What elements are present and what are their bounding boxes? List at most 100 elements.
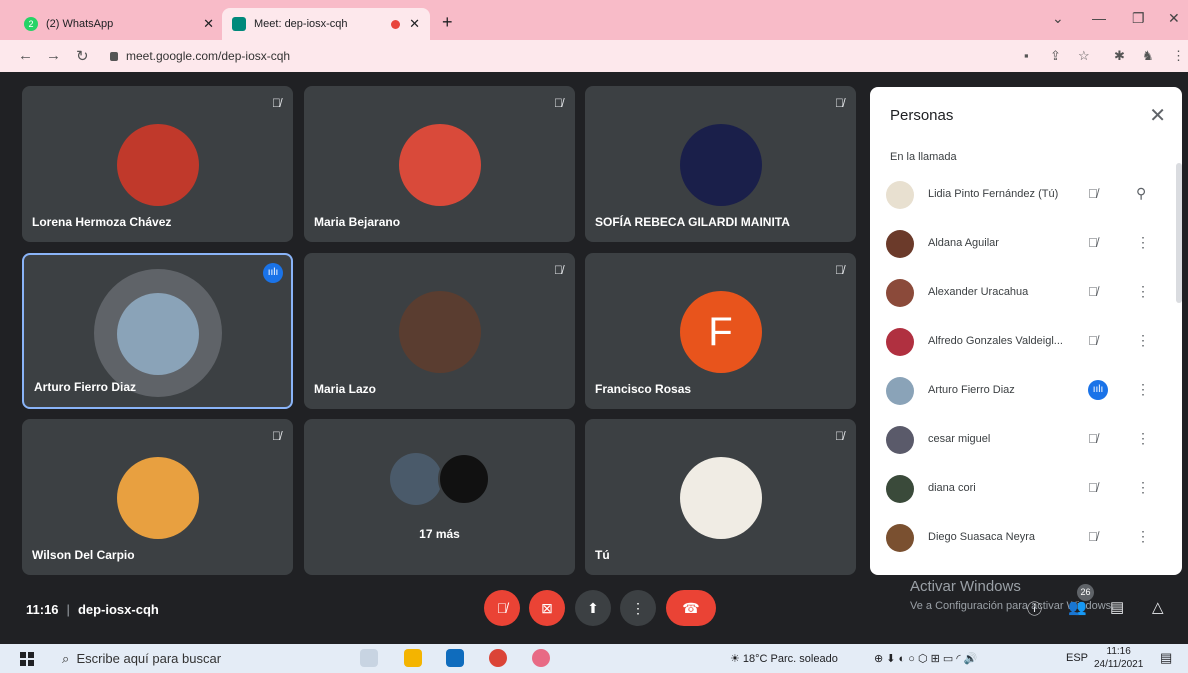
avatar-letter: F <box>679 291 762 373</box>
avatar <box>886 181 914 209</box>
weather-widget[interactable]: ☀ 18°C Parc. soleado <box>730 652 838 665</box>
minimize-button[interactable]: — <box>1092 10 1106 26</box>
list-item[interactable]: Diego Suasaca Neyra 🎙̸ ⋮ <box>870 513 1182 562</box>
participant-name: Francisco Rosas <box>595 382 692 396</box>
avatar <box>679 124 762 206</box>
present-button[interactable]: ⬆ <box>575 590 611 626</box>
camera-icon[interactable]: ▪ <box>1024 48 1029 63</box>
self-tile[interactable]: 🎙̸ Tú <box>585 419 856 575</box>
weather-text: 18°C Parc. soleado <box>742 653 838 665</box>
participant-tile[interactable]: 🎙̸ SOFÍA REBECA GILARDI MAINITA <box>585 86 856 242</box>
more-vert-icon[interactable]: ⋮ <box>1136 528 1150 545</box>
file-explorer-icon[interactable] <box>404 649 422 667</box>
mic-off-icon: 🎙̸ <box>1088 529 1098 544</box>
star-icon[interactable]: ☆ <box>1078 48 1090 64</box>
participant-tile[interactable]: 🎙̸ Lorena Hermoza Chávez <box>22 86 293 242</box>
activate-windows-title: Activar Windows <box>910 578 1021 595</box>
more-vert-icon[interactable]: ⋮ <box>1136 332 1150 349</box>
avatar <box>390 453 442 505</box>
url-field[interactable]: meet.google.com/dep-iosx-cqh <box>110 49 290 63</box>
close-icon[interactable]: ✕ <box>203 16 214 32</box>
task-view-icon[interactable] <box>360 649 378 667</box>
taskbar: ⌕ Escribe aquí para buscar ☀ 18°C Parc. … <box>0 644 1188 673</box>
restore-button[interactable]: ❐ <box>1132 10 1145 27</box>
person-name: Aldana Aguilar <box>928 237 999 249</box>
pin-icon[interactable]: ⚲ <box>1136 185 1146 202</box>
camera-toggle-button[interactable]: ⊠ <box>529 590 565 626</box>
list-item[interactable]: cesar miguel 🎙̸ ⋮ <box>870 415 1182 464</box>
chrome-profile-icon[interactable] <box>532 649 550 667</box>
person-name: Lidia Pinto Fernández (Tú) <box>928 188 1059 200</box>
more-vert-icon[interactable]: ⋮ <box>1136 479 1150 496</box>
mail-icon[interactable] <box>446 649 464 667</box>
mic-off-icon: 🎙̸ <box>272 96 281 110</box>
people-panel: Personas ✕ En la llamada Lidia Pinto Fer… <box>870 87 1182 575</box>
participant-tile[interactable]: 🎙̸ Maria Bejarano <box>304 86 575 242</box>
mic-off-icon: 🎙̸ <box>1088 235 1098 250</box>
extensions-icon[interactable]: ✱ <box>1114 48 1125 64</box>
clock-time: 11:16 <box>1106 646 1131 657</box>
more-vert-icon[interactable]: ⋮ <box>1136 430 1150 447</box>
close-icon[interactable]: ✕ <box>1149 103 1166 128</box>
avatar <box>116 293 199 375</box>
mic-toggle-button[interactable]: 🎙̸ <box>484 590 520 626</box>
forward-button[interactable]: → <box>46 47 61 64</box>
list-item[interactable]: Alexander Uracahua 🎙̸ ⋮ <box>870 268 1182 317</box>
taskbar-clock[interactable]: 11:16 24/11/2021 <box>1094 645 1143 671</box>
list-item[interactable]: Alfredo Gonzales Valdeigl... 🎙̸ ⋮ <box>870 317 1182 366</box>
url-text: meet.google.com/dep-iosx-cqh <box>126 49 291 63</box>
participant-tile-active[interactable]: ıılı Arturo Fierro Diaz <box>22 253 293 409</box>
more-vert-icon[interactable]: ⋮ <box>1136 283 1150 300</box>
profile-avatar[interactable]: ♞ <box>1142 48 1154 64</box>
reload-button[interactable]: ↻ <box>76 47 89 65</box>
more-options-button[interactable]: ⋮ <box>620 590 656 626</box>
menu-icon[interactable]: ⋮ <box>1172 48 1185 64</box>
back-button[interactable]: ← <box>18 47 33 64</box>
info-icon[interactable]: ⓘ <box>1027 598 1042 619</box>
participant-tile[interactable]: 🎙̸ Wilson Del Carpio <box>22 419 293 575</box>
close-window-button[interactable]: ✕ <box>1168 10 1180 27</box>
avatar <box>886 230 914 258</box>
new-tab-button[interactable]: + <box>442 12 453 33</box>
more-participants-tile[interactable]: 17 más <box>304 419 575 575</box>
mic-off-icon: 🎙̸ <box>835 263 844 277</box>
more-vert-icon[interactable]: ⋮ <box>1136 381 1150 398</box>
avatar <box>886 426 914 454</box>
mic-off-icon: 🎙̸ <box>1088 284 1098 299</box>
tab-meet[interactable]: Meet: dep-iosx-cqh ✕ <box>222 8 430 40</box>
chrome-icon[interactable] <box>489 649 507 667</box>
list-item[interactable]: Lidia Pinto Fernández (Tú) 🎙̸ ⚲ <box>870 170 1182 219</box>
avatar <box>886 328 914 356</box>
taskbar-search[interactable]: ⌕ Escribe aquí para buscar <box>62 651 221 667</box>
participant-tile[interactable]: 🎙̸ F Francisco Rosas <box>585 253 856 409</box>
mic-off-icon: 🎙̸ <box>835 96 844 110</box>
avatar <box>116 457 199 539</box>
system-tray-icons[interactable]: ⊕ ⬇ ◐ ○ ⬡ ⊞ ▭ ◜ 🔊 <box>874 652 977 665</box>
person-name: cesar miguel <box>928 433 991 445</box>
scrollbar[interactable] <box>1176 163 1182 303</box>
close-icon[interactable]: ✕ <box>409 16 420 32</box>
mic-off-icon: 🎙̸ <box>554 263 563 277</box>
participant-name: Tú <box>595 548 610 562</box>
share-icon[interactable]: ⇪ <box>1050 48 1061 64</box>
tab-whatsapp[interactable]: 2 (2) WhatsApp ✕ <box>14 8 224 40</box>
list-item[interactable]: diana cori 🎙̸ ⋮ <box>870 464 1182 513</box>
chat-icon[interactable]: ▤ <box>1110 598 1124 616</box>
activities-icon[interactable]: △ <box>1152 598 1164 616</box>
leave-call-button[interactable]: ☎ <box>666 590 716 626</box>
participant-name: SOFÍA REBECA GILARDI MAINITA <box>595 215 790 229</box>
avatar <box>886 377 914 405</box>
participant-tile[interactable]: 🎙̸ Maria Lazo <box>304 253 575 409</box>
list-item[interactable]: Aldana Aguilar 🎙̸ ⋮ <box>870 219 1182 268</box>
notification-icon[interactable]: ▤ <box>1160 650 1172 666</box>
chevron-down-icon[interactable]: ⌄ <box>1052 10 1064 27</box>
search-placeholder: Escribe aquí para buscar <box>76 651 222 666</box>
language-indicator[interactable]: ESP <box>1066 652 1088 664</box>
participant-name: Arturo Fierro Diaz <box>34 380 137 394</box>
start-icon[interactable] <box>20 652 34 666</box>
recording-dot-icon <box>391 19 400 29</box>
more-vert-icon[interactable]: ⋮ <box>1136 234 1150 251</box>
list-item[interactable]: Arturo Fierro Diaz ıılı ⋮ <box>870 366 1182 415</box>
people-icon[interactable]: 👥 <box>1068 598 1087 616</box>
mic-off-icon: 🎙̸ <box>1088 431 1098 446</box>
